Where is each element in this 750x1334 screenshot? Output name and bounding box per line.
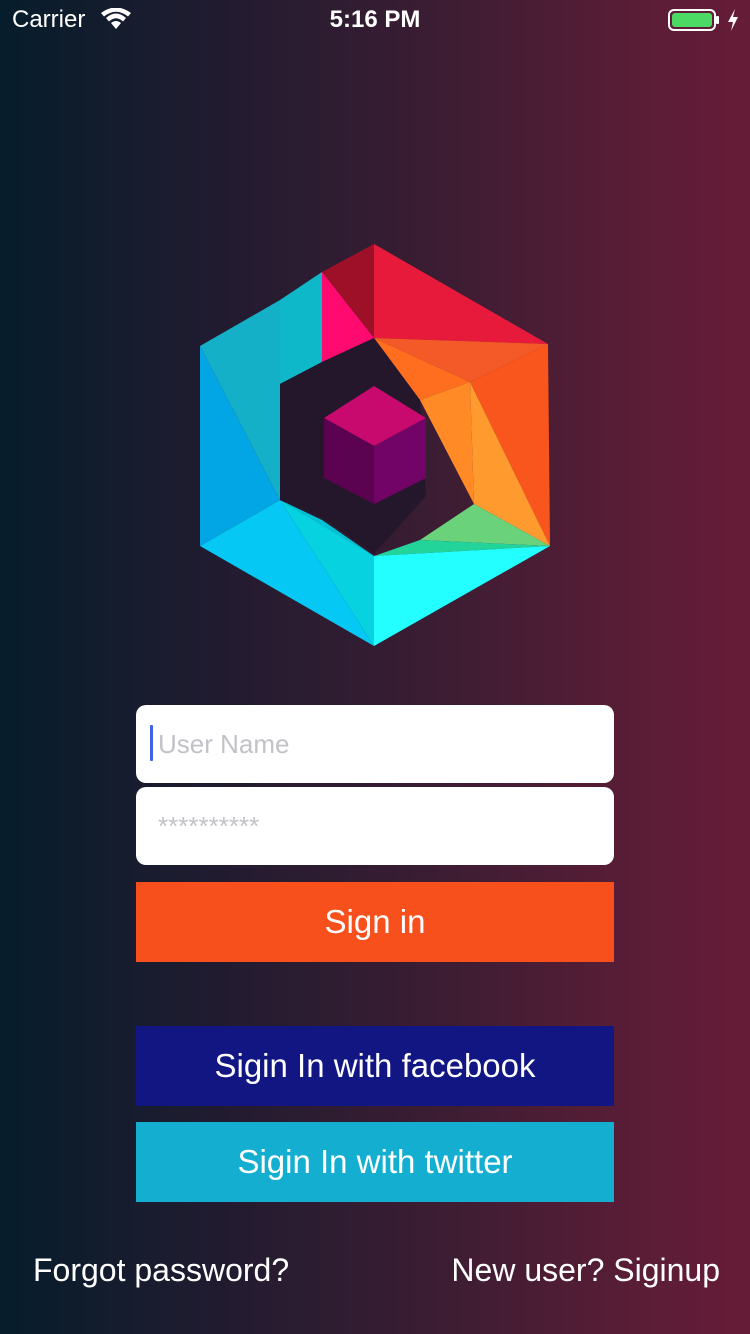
forgot-password-link[interactable]: Forgot password? (33, 1252, 289, 1289)
battery-icon (668, 9, 719, 31)
charging-bolt-icon (728, 9, 738, 31)
signin-button[interactable]: Sign in (136, 882, 614, 962)
twitter-signin-label: Sigin In with twitter (237, 1143, 513, 1180)
signin-button-label: Sign in (324, 903, 426, 940)
status-bar: Carrier 5:16 PM (0, 0, 750, 40)
text-caret (150, 725, 153, 761)
signup-link[interactable]: New user? Siginup (451, 1252, 720, 1289)
username-input[interactable] (136, 705, 614, 783)
status-time: 5:16 PM (329, 6, 421, 33)
facebook-signin-label: Sigin In with facebook (214, 1047, 536, 1084)
password-input[interactable] (136, 787, 614, 865)
hexagon-b-logo (200, 244, 550, 646)
twitter-signin-button[interactable]: Sigin In with twitter (136, 1122, 614, 1202)
facebook-signin-button[interactable]: Sigin In with facebook (136, 1026, 614, 1106)
